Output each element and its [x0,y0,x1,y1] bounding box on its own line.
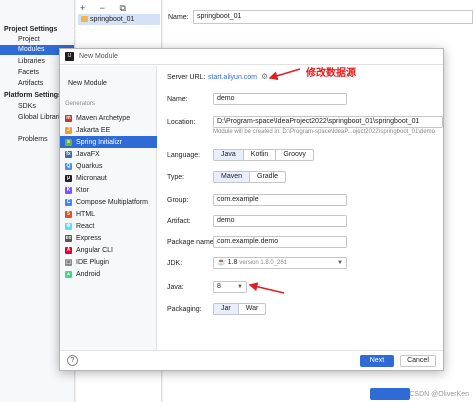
arrow-to-java-version [248,282,285,294]
arrow-to-server-url [268,68,301,81]
annotation-arrows [248,68,301,294]
